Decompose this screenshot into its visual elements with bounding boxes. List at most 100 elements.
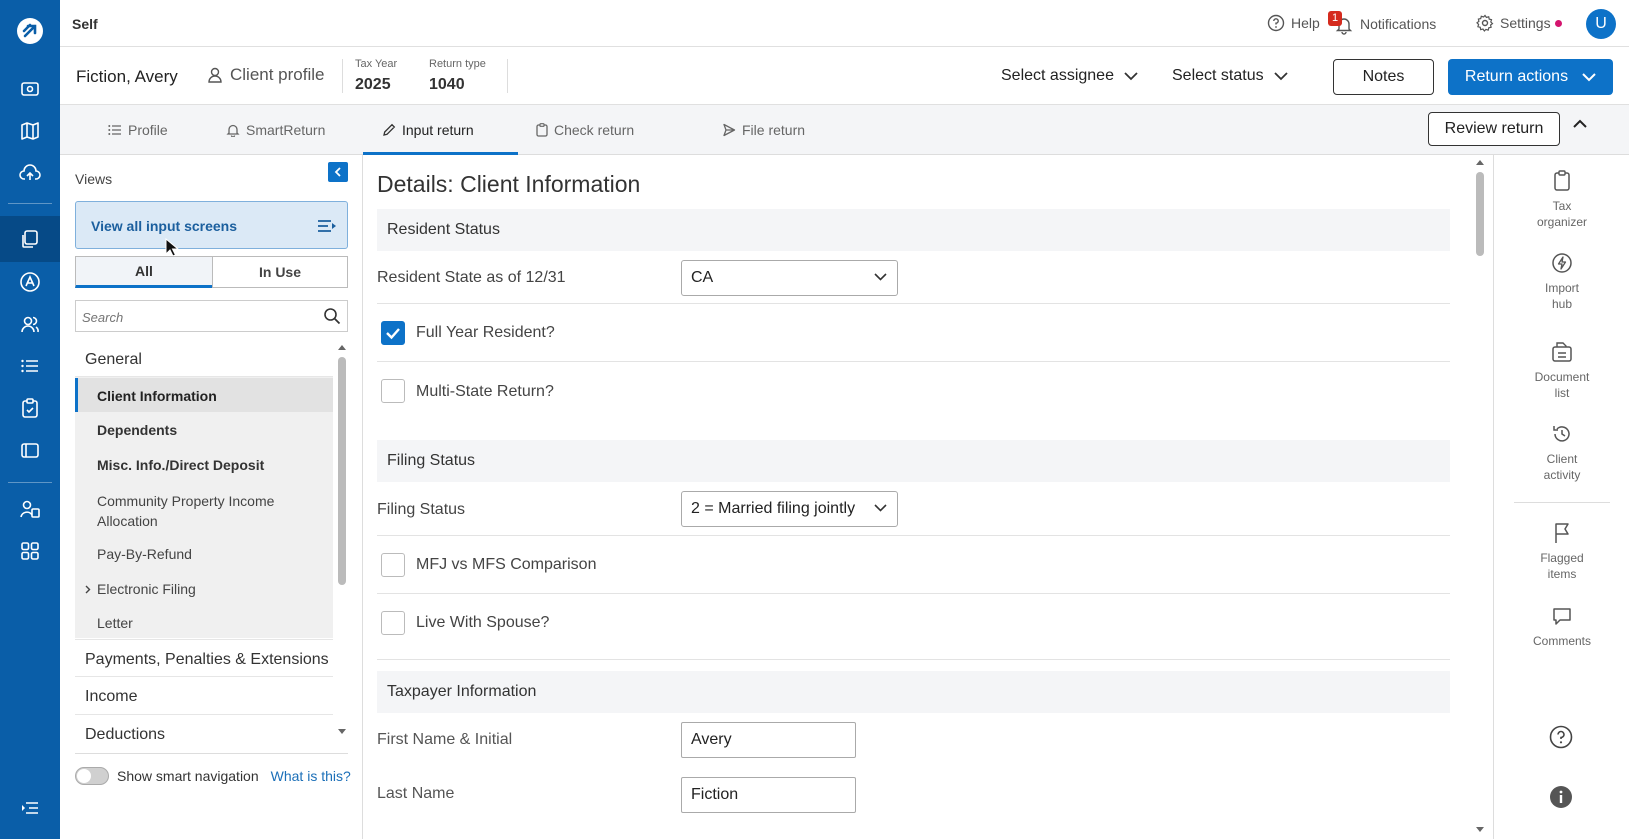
form-scroll-thumb[interactable] xyxy=(1476,172,1484,256)
tab-label: Profile xyxy=(128,122,168,138)
nav-section-deductions[interactable]: Deductions xyxy=(75,715,333,740)
user-avatar[interactable]: U xyxy=(1586,9,1616,39)
flagged-items-button[interactable]: Flagged items xyxy=(1494,522,1629,582)
field-label: Last Name xyxy=(377,785,455,802)
multi-state-checkbox[interactable] xyxy=(381,379,405,403)
money-icon[interactable] xyxy=(18,77,42,101)
nav-scrollbar[interactable] xyxy=(337,341,347,740)
resident-state-select[interactable]: CA xyxy=(681,260,898,296)
tab-label: Input return xyxy=(402,122,474,138)
info-icon[interactable] xyxy=(1549,785,1573,809)
left-navigation-rail xyxy=(0,0,60,839)
status-dropdown[interactable]: Select status xyxy=(1172,67,1288,85)
returns-icon[interactable] xyxy=(18,227,42,251)
settings-link[interactable]: Settings xyxy=(1476,14,1562,32)
nav-item-client-information[interactable]: Client Information xyxy=(75,378,333,412)
segment-in-use[interactable]: In Use xyxy=(212,256,348,288)
chevron-up-icon[interactable] xyxy=(1572,119,1588,129)
return-actions-button[interactable]: Return actions xyxy=(1448,59,1613,95)
tab-label: Check return xyxy=(554,122,635,138)
filing-status-select[interactable]: 2 = Married filing jointly xyxy=(681,491,898,527)
section-heading-filing-status: Filing Status xyxy=(377,440,1450,482)
import-hub-button[interactable]: Import hub xyxy=(1494,252,1629,312)
section-heading-label: Taxpayer Information xyxy=(387,683,537,700)
document-list-icon xyxy=(1552,342,1572,362)
nav-item-community-property[interactable]: Community Property Income Allocation xyxy=(75,483,333,531)
search-input[interactable] xyxy=(82,307,312,327)
chevron-right-icon xyxy=(85,585,91,594)
nav-item-misc-info[interactable]: Misc. Info./Direct Deposit xyxy=(75,448,333,482)
search-field xyxy=(75,300,348,332)
header-divider xyxy=(507,59,508,93)
section-heading-label: Resident Status xyxy=(387,221,500,238)
client-header: Fiction, Avery Client profile Tax Year 2… xyxy=(60,47,1629,105)
map-icon[interactable] xyxy=(18,119,42,143)
last-name-input[interactable]: Fiction xyxy=(681,777,856,813)
employee-icon[interactable] xyxy=(18,497,42,521)
tab-file-return[interactable]: File return xyxy=(722,105,805,155)
collapse-panel-button[interactable] xyxy=(328,162,348,182)
gear-icon xyxy=(1476,14,1494,32)
client-profile-link[interactable]: Client profile xyxy=(206,65,325,85)
nav-section-payments[interactable]: Payments, Penalties & Extensions xyxy=(75,639,333,677)
history-icon xyxy=(1553,426,1570,442)
tax-year-label: Tax Year xyxy=(355,58,398,70)
list-icon[interactable] xyxy=(18,354,42,378)
expand-menu-icon[interactable] xyxy=(18,796,42,820)
input-value: Fiction xyxy=(691,786,739,803)
flag-icon xyxy=(1555,523,1569,543)
advisory-icon[interactable] xyxy=(18,270,42,294)
tax-organizer-button[interactable]: Tax organizer xyxy=(1494,170,1629,230)
workspace-label: Self xyxy=(72,16,98,32)
comments-button[interactable]: Comments xyxy=(1494,605,1629,649)
smart-navigation-row: Show smart navigation What is this? xyxy=(75,767,351,785)
apps-grid-icon[interactable] xyxy=(18,539,42,563)
mfj-comparison-checkbox[interactable] xyxy=(381,553,405,577)
nav-scroll-thumb[interactable] xyxy=(338,357,346,585)
clipboard-icon[interactable] xyxy=(18,396,42,420)
tab-label: File return xyxy=(742,122,806,138)
tab-profile[interactable]: Profile xyxy=(108,105,168,155)
document-list-button[interactable]: Document list xyxy=(1494,341,1629,401)
tab-smartreturn[interactable]: SmartReturn xyxy=(226,105,325,155)
full-year-resident-checkbox[interactable] xyxy=(381,321,405,345)
full-year-resident-row: Full Year Resident? xyxy=(377,304,1450,362)
tool-label: organizer xyxy=(1536,215,1588,229)
nav-item-letter[interactable]: Letter xyxy=(75,607,333,638)
notes-button[interactable]: Notes xyxy=(1333,59,1434,95)
notifications-link[interactable]: 1 Notifications xyxy=(1328,11,1436,35)
smart-navigation-toggle[interactable] xyxy=(75,767,109,785)
review-return-button[interactable]: Review return xyxy=(1428,112,1560,146)
tab-input-return[interactable]: Input return xyxy=(382,105,474,155)
live-with-spouse-row: Live With Spouse? xyxy=(377,594,1450,660)
checkbox-label: Full Year Resident? xyxy=(416,324,555,341)
section-heading-resident-status: Resident Status xyxy=(377,209,1450,251)
assignee-dropdown[interactable]: Select assignee xyxy=(1001,67,1138,85)
folder-icon[interactable] xyxy=(18,438,42,462)
nav-item-dependents[interactable]: Dependents xyxy=(75,413,333,447)
cloud-sync-icon[interactable] xyxy=(18,161,42,185)
select-value: 2 = Married filing jointly xyxy=(691,500,856,517)
first-name-input[interactable]: Avery xyxy=(681,722,856,758)
nav-section-label: Payments, Penalties & Extensions xyxy=(85,651,329,668)
tool-label: Document xyxy=(1534,370,1590,384)
clients-icon[interactable] xyxy=(18,312,42,336)
lightning-icon xyxy=(1552,253,1572,273)
search-icon[interactable] xyxy=(323,307,341,325)
nav-item-pay-by-refund[interactable]: Pay-By-Refund xyxy=(75,537,333,571)
app-logo-icon[interactable] xyxy=(16,17,44,45)
view-all-input-screens-button[interactable]: View all input screens xyxy=(75,201,348,249)
form-scrollbar[interactable] xyxy=(1473,155,1487,839)
help-circle-icon[interactable] xyxy=(1549,725,1573,749)
tab-check-return[interactable]: Check return xyxy=(536,105,634,155)
nav-section-income[interactable]: Income xyxy=(75,677,333,715)
live-with-spouse-checkbox[interactable] xyxy=(381,611,405,635)
tool-label: Tax xyxy=(1552,199,1572,213)
comment-icon xyxy=(1553,608,1571,625)
nav-section-general[interactable]: General xyxy=(75,341,333,377)
client-activity-button[interactable]: Client activity xyxy=(1494,423,1629,483)
what-is-this-link[interactable]: What is this? xyxy=(271,768,351,784)
nav-item-electronic-filing[interactable]: Electronic Filing xyxy=(75,572,333,606)
help-link[interactable]: Help xyxy=(1267,14,1320,32)
segment-all[interactable]: All xyxy=(75,256,213,288)
